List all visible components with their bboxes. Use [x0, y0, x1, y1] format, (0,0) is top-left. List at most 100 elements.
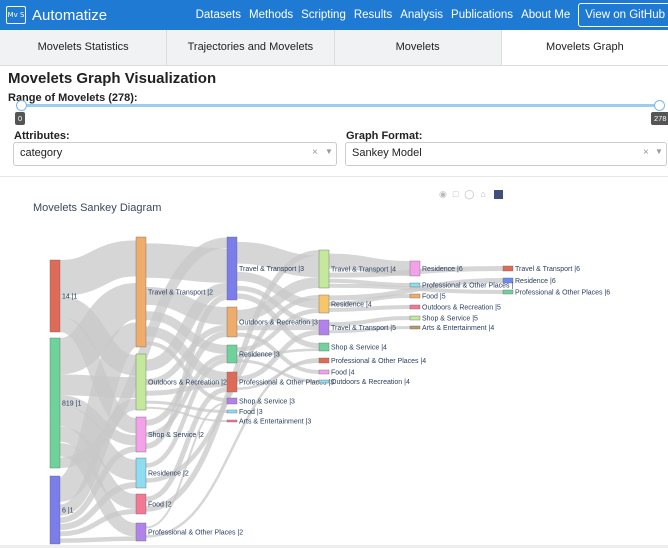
sankey-node-label: Professional & Other Places |2	[148, 530, 243, 537]
brand-logo: Mv S	[6, 6, 26, 24]
range-slider-max-handle[interactable]	[654, 100, 665, 111]
sankey-node	[502, 289, 514, 295]
sankey-node-label: Outdoors & Recreation |3	[239, 320, 318, 327]
sankey-node	[318, 319, 330, 336]
sankey-node-label: Arts & Entertainment |3	[239, 419, 311, 426]
sankey-chart: 14 |1 819 |1 6 |1 Travel & Transport |2 Outd…	[49, 236, 610, 545]
lasso-icon[interactable]: ◯	[464, 189, 474, 200]
sankey-node-label: Outdoors & Recreation |4	[331, 379, 410, 386]
chevron-down-icon[interactable]: ▼	[325, 147, 333, 156]
sankey-node-label: Travel & Transport |4	[331, 267, 396, 274]
home-icon[interactable]: ⌂	[480, 189, 485, 199]
sankey-node-label: Food |3	[239, 409, 263, 416]
nav-link-results[interactable]: Results	[354, 9, 392, 21]
sankey-node-label: Residence |3	[239, 352, 280, 359]
sankey-node-label: Professional & Other Places |	[422, 283, 513, 290]
sankey-node	[226, 371, 238, 393]
tab-movelets-statistics[interactable]: Movelets Statistics	[0, 30, 168, 65]
range-label: Range of Movelets (278):	[8, 92, 138, 104]
sankey-node-label: Food |2	[148, 502, 172, 509]
sankey-link	[59, 240, 137, 296]
brand-name: Automatize	[32, 6, 108, 24]
clear-icon[interactable]: ×	[643, 147, 649, 158]
tab-movelets[interactable]: Movelets	[335, 30, 502, 65]
sankey-node-label: Outdoors & Recreation |5	[422, 305, 501, 312]
sankey-node-label: Travel & Transport |5	[331, 325, 396, 332]
sankey-node	[409, 325, 421, 330]
graph-format-select[interactable]: Sankey Model × ▼	[345, 142, 667, 166]
sankey-node-label: Professional & Other Places |6	[515, 290, 610, 297]
nav-link-analysis[interactable]: Analysis	[400, 9, 443, 21]
sankey-node	[226, 344, 238, 364]
sankey-node-label: Travel & Transport |2	[148, 290, 213, 297]
sankey-node-label: Outdoors & Recreation |2	[148, 380, 227, 387]
sankey-node	[409, 260, 421, 277]
chart-toolbar: ◉ □ ◯ ⌂	[439, 188, 503, 200]
sankey-node	[318, 249, 330, 289]
sankey-node-label: Professional & Other Places |4	[331, 358, 426, 365]
sankey-node	[226, 397, 238, 405]
nav-links: Datasets Methods Scripting Results Analy…	[196, 0, 668, 30]
attributes-select[interactable]: category × ▼	[13, 142, 337, 166]
clear-icon[interactable]: ×	[312, 147, 318, 158]
sankey-node	[135, 416, 147, 453]
sankey-node-label: Shop & Service |5	[422, 316, 478, 323]
sankey-node	[49, 337, 61, 469]
graph-format-label: Graph Format:	[346, 130, 423, 142]
range-slider-track[interactable]	[20, 104, 658, 107]
sankey-node-label: Shop & Service |2	[148, 432, 204, 439]
sankey-node-label: 819 |1	[62, 401, 81, 408]
sankey-node-label: Shop & Service |3	[239, 399, 295, 406]
sankey-node	[318, 379, 330, 384]
github-button[interactable]: View on GitHub	[578, 3, 668, 27]
tab-movelets-graph[interactable]: Movelets Graph	[501, 30, 668, 65]
top-navbar: Mv S Automatize Datasets Methods Scripti…	[0, 0, 668, 30]
sankey-node	[409, 293, 421, 299]
sankey-node	[318, 357, 330, 364]
tab-bar: Movelets Statistics Trajectories and Mov…	[0, 30, 668, 66]
sankey-node	[226, 306, 238, 338]
sankey-node	[49, 259, 61, 333]
nav-link-about-me[interactable]: About Me	[521, 9, 570, 21]
tab-trajectories-and-movelets[interactable]: Trajectories and Movelets	[167, 30, 335, 65]
sankey-node-label: Residence |4	[331, 302, 372, 309]
nav-link-methods[interactable]: Methods	[249, 9, 293, 21]
nav-link-datasets[interactable]: Datasets	[196, 9, 241, 21]
section-divider	[0, 176, 668, 177]
nav-link-scripting[interactable]: Scripting	[301, 9, 346, 21]
camera-icon[interactable]: ◉	[439, 189, 447, 200]
sankey-node-label: 14 |1	[62, 294, 78, 301]
box-select-icon[interactable]: □	[453, 189, 458, 199]
sankey-node	[318, 294, 330, 314]
sankey-node	[226, 419, 238, 423]
page-title: Movelets Graph Visualization	[8, 70, 217, 87]
sankey-node	[49, 475, 61, 545]
sankey-node-label: Travel & Transport |3	[239, 266, 304, 273]
sankey-node-label: Shop & Service |4	[331, 345, 387, 352]
sankey-node-label: 6 |1	[62, 508, 74, 515]
sankey-node	[135, 522, 147, 542]
nav-link-publications[interactable]: Publications	[451, 9, 513, 21]
sankey-node	[318, 369, 330, 375]
sankey-link	[328, 316, 411, 327]
sankey-node	[135, 353, 147, 411]
graph-format-select-value: Sankey Model	[352, 147, 422, 159]
sankey-node	[409, 304, 421, 310]
sankey-node	[135, 457, 147, 489]
sankey-link	[145, 243, 228, 283]
plotly-logo-icon[interactable]	[493, 189, 503, 199]
sankey-node-label: Travel & Transport |6	[515, 266, 580, 273]
attributes-select-value: category	[20, 147, 63, 159]
brand[interactable]: Mv S Automatize	[6, 5, 107, 25]
sankey-node	[135, 493, 147, 515]
range-slider-min-handle[interactable]	[16, 100, 27, 111]
sankey-node-label: Residence |6	[422, 266, 463, 273]
sankey-node-label: Residence |2	[148, 471, 189, 478]
sankey-node	[226, 236, 238, 301]
sankey-node	[409, 315, 421, 321]
range-min-value: 0	[15, 112, 26, 125]
sankey-node-label: Residence |6	[515, 278, 556, 285]
chevron-down-icon[interactable]: ▼	[655, 147, 663, 156]
chart-title: Movelets Sankey Diagram	[33, 202, 162, 214]
sankey-link	[59, 536, 137, 543]
